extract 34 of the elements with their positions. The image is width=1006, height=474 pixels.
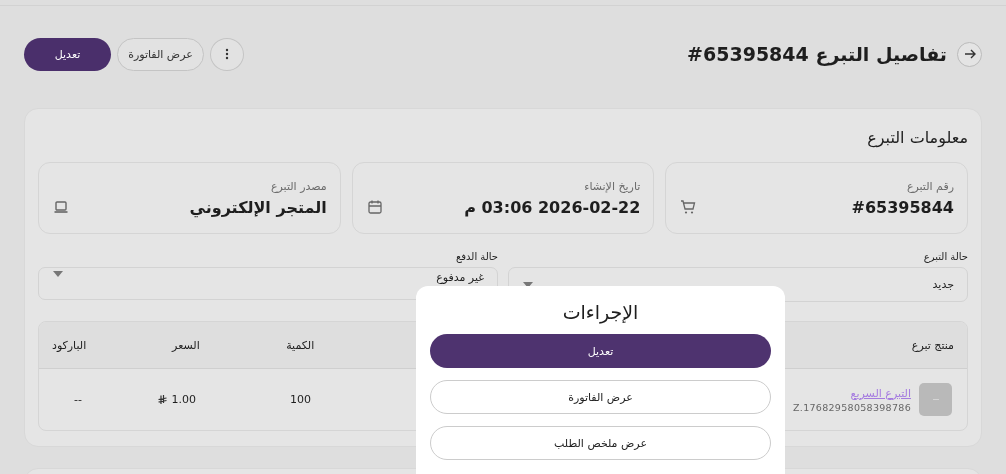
back-button[interactable] — [957, 41, 982, 67]
dropdown-caret-icon — [53, 271, 63, 277]
select-label: حالة الدفع — [455, 251, 498, 262]
action-button[interactable]: تعديل — [430, 334, 771, 368]
product-sku: Z.17682958058398786 — [793, 401, 911, 413]
field-value: #65395844 — [851, 197, 954, 217]
arrow-icon — [963, 48, 976, 60]
price-cell: 1.00 — [171, 393, 196, 406]
action-button[interactable]: عرض ملخص الطلب — [430, 426, 771, 460]
action-button[interactable]: عرض الفاتورة — [430, 380, 771, 414]
laptop-icon — [53, 199, 69, 215]
section-title: معلومات التبرع — [866, 128, 968, 147]
column-header: الباركود — [52, 338, 87, 352]
barcode-cell: -- — [74, 393, 82, 406]
field-label: مصدر التبرع — [269, 179, 327, 193]
select-label: حالة التبرع — [922, 251, 968, 262]
field-value: 2026-02-22 03:06 م — [464, 197, 641, 217]
header-button[interactable]: تعديل — [24, 37, 111, 71]
column-header: منتج تبرع — [911, 338, 954, 352]
field-value: المتجر الإلكتروني — [189, 197, 327, 217]
sheet-title: الإجراءات — [561, 301, 640, 323]
field-label: تاريخ الإنشاء — [583, 179, 641, 193]
column-header: الكمية — [286, 338, 315, 352]
column-header: السعر — [172, 338, 200, 352]
field-label: رقم التبرع — [905, 179, 954, 193]
quantity-cell: 100 — [290, 393, 311, 406]
cart-icon — [680, 199, 697, 215]
page-title: تفاصيل التبرع 65395844# — [687, 43, 947, 65]
product-thumbnail — [919, 383, 952, 416]
currency-icon — [157, 394, 167, 405]
dropdown-caret-icon — [523, 281, 533, 288]
more-icon — [225, 48, 229, 60]
calendar-icon — [366, 199, 383, 215]
header-button[interactable]: عرض الفاتورة — [117, 37, 204, 71]
